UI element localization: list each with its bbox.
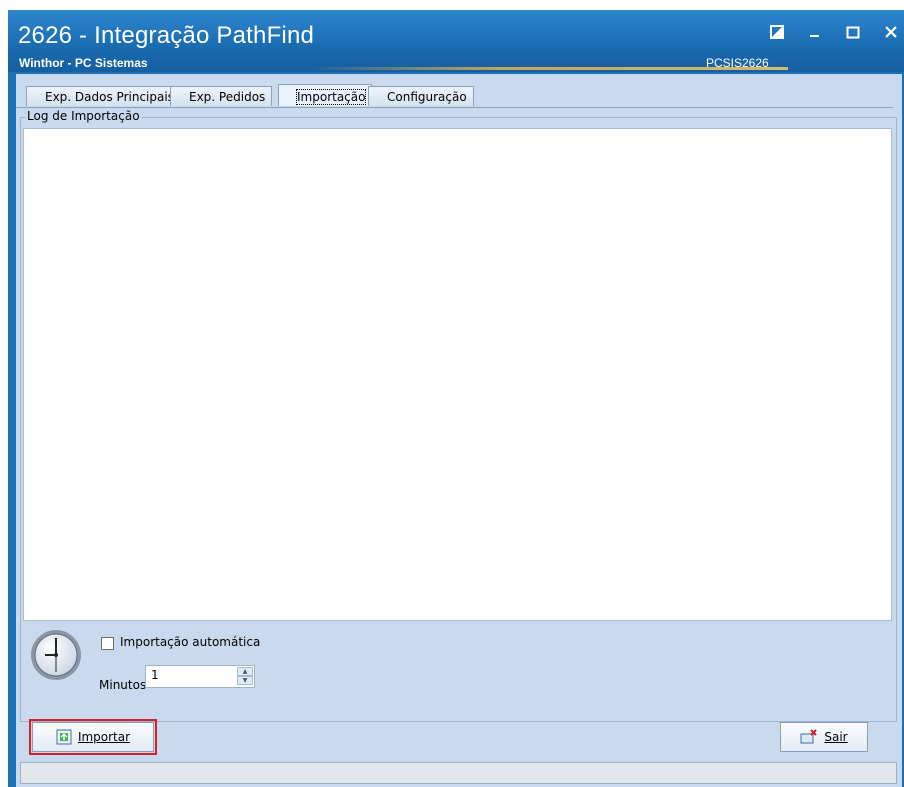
tab-importacao[interactable]: Importação xyxy=(278,84,373,106)
clock-icon xyxy=(29,628,83,682)
spinner-buttons: ▲ ▼ xyxy=(237,667,253,686)
status-bar xyxy=(20,762,897,784)
tab-label: Exp. Dados Principais xyxy=(45,90,174,104)
log-group-label: Log de Importação xyxy=(25,109,142,123)
minutes-value: 1 xyxy=(151,668,159,682)
tab-configuracao[interactable]: Configuração xyxy=(368,86,474,106)
spin-up-icon[interactable]: ▲ xyxy=(237,667,253,676)
app-window: 2626 - Integração PathFind Winthor - PC … xyxy=(8,10,904,787)
minutes-spinner[interactable]: 1 ▲ ▼ xyxy=(145,665,255,688)
tab-exp-pedidos[interactable]: Exp. Pedidos xyxy=(170,86,273,106)
client-area: Exp. Dados Principais Exp. Pedidos Impor… xyxy=(16,74,902,787)
tab-label: Importação xyxy=(295,89,367,105)
close-icon[interactable] xyxy=(882,24,900,40)
window-subtitle: Winthor - PC Sistemas xyxy=(19,56,148,70)
tab-label: Exp. Pedidos xyxy=(189,90,266,104)
log-textarea[interactable] xyxy=(23,128,892,621)
tab-divider xyxy=(16,107,893,108)
import-icon xyxy=(56,729,72,745)
auto-import-checkbox[interactable] xyxy=(101,637,114,650)
auto-import-label: Importação automática xyxy=(120,635,261,649)
title-bar[interactable]: 2626 - Integração PathFind Winthor - PC … xyxy=(8,10,904,72)
window-title: 2626 - Integração PathFind xyxy=(18,22,315,49)
import-label: Importar xyxy=(77,730,131,744)
exit-button[interactable]: Sair xyxy=(780,722,868,752)
window-controls xyxy=(768,24,900,40)
spin-down-icon[interactable]: ▼ xyxy=(237,676,253,685)
program-code: PCSIS2626 xyxy=(706,56,769,70)
exit-label: Sair xyxy=(824,730,848,744)
log-group: Log de Importação Importação automática … xyxy=(20,109,897,722)
exit-icon xyxy=(800,729,818,744)
import-button[interactable]: Importar xyxy=(29,719,157,755)
minimize-icon[interactable] xyxy=(806,24,824,40)
maximize-icon[interactable] xyxy=(844,24,862,40)
tab-exp-dados-principais[interactable]: Exp. Dados Principais xyxy=(26,86,181,106)
tab-label: Configuração xyxy=(387,90,467,104)
minutes-label: Minutos xyxy=(99,678,147,692)
restore-icon[interactable] xyxy=(768,24,786,40)
